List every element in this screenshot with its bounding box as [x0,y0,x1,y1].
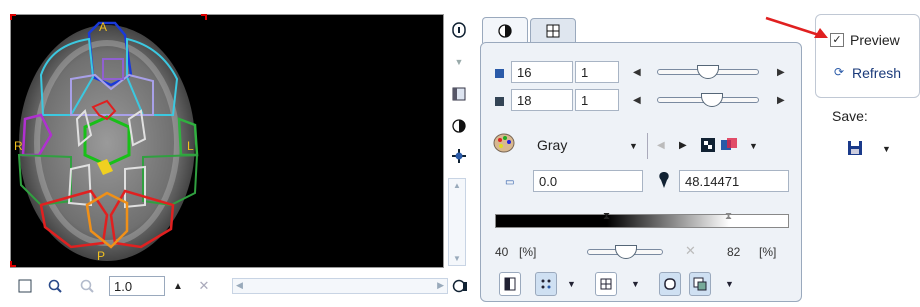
next-colormap-icon[interactable]: ▶ [679,140,687,151]
contrast-settings: 16 1 ◀ ▶ 18 1 ◀ ▶ Gray ▼ ◀ ▶ ▼ ▭ 0.0 48.… [480,42,802,302]
right-label: R [14,139,23,153]
invert-colormap-icon[interactable] [701,138,715,155]
preview-label[interactable]: Preview [850,32,900,48]
lut-icon[interactable] [452,278,470,296]
crosshair-icon[interactable] [449,146,469,166]
refresh-icon[interactable]: ⟳ [834,65,844,79]
posterior-label: P [97,249,106,263]
half-fill-icon [504,277,516,291]
increment-icon[interactable]: ▶ [777,67,785,78]
viewer-corner-marker [10,261,16,267]
image-viewer[interactable]: A R L P [10,14,444,268]
grid-icon [600,278,612,290]
dot-pattern-dropdown-icon[interactable]: ▼ [567,279,576,289]
decrement-icon[interactable]: ◀ [633,95,641,106]
tab-contrast[interactable] [482,17,528,43]
decrement-icon[interactable]: ◀ [633,67,641,78]
colormap-dropdown-icon[interactable]: ▼ [629,141,638,151]
upper-threshold-marker[interactable]: ⧗ [725,211,732,222]
colormap-options-icon[interactable] [721,138,737,155]
left-label: L [187,139,194,153]
overlay-dropdown-icon[interactable]: ▼ [725,279,734,289]
fill-mode-button[interactable] [499,272,521,296]
close-icon[interactable]: ✕ [196,276,212,296]
percent-slider-thumb[interactable] [615,245,637,259]
percent-high-value: 82 [727,245,741,259]
save-icon[interactable] [847,140,863,159]
range-max-input[interactable]: 48.14471 [679,170,789,192]
slice-step-input[interactable]: 1 [575,61,619,83]
scroll-right-icon[interactable]: ▶ [437,280,444,291]
scroll-down-icon[interactable]: ▼ [453,254,461,263]
percent-low-value: 40 [495,245,509,259]
frame-slider-thumb[interactable] [701,93,723,107]
colormap-options-dropdown-icon[interactable]: ▼ [749,141,758,151]
grid-pattern-dropdown-icon[interactable]: ▼ [631,279,640,289]
contour-icon [664,278,676,290]
frame-icon [495,97,504,106]
zoom-up-icon[interactable]: ▲ [170,276,186,296]
refresh-button[interactable]: Refresh [852,65,901,81]
zoom-input[interactable]: 1.0 [109,276,165,296]
viewer-bottom-toolbar: 1.0 ▲ ✕ ◀ ▶ [10,272,450,300]
increment-icon[interactable]: ▶ [777,95,785,106]
close-icon[interactable]: ✕ [685,243,696,259]
frame-step-input[interactable]: 1 [575,89,619,111]
viewer-corner-marker [201,14,207,20]
fit-view-icon[interactable] [16,276,34,296]
range-icon: ▭ [505,177,515,188]
collapse-down-icon[interactable]: ▼ [449,52,469,72]
grid-icon [546,24,560,37]
preview-checkbox[interactable]: ✓ [830,33,844,47]
brain-atlas-image [17,21,199,261]
separator [647,133,648,159]
frame-value-input[interactable]: 18 [511,89,573,111]
horizontal-scrollbar[interactable]: ◀ ▶ [232,278,448,294]
percent-low-unit: [%] [519,245,537,259]
lower-threshold-marker[interactable]: ⧗ [603,211,610,222]
scroll-left-icon[interactable]: ◀ [236,280,243,291]
anterior-label: A [99,20,108,34]
overlay-button[interactable] [689,272,711,296]
contrast-icon [498,23,512,38]
percent-high-unit: [%] [759,245,777,259]
info-icon[interactable] [449,20,469,40]
zoom-out-icon[interactable] [78,276,96,296]
slice-value-input[interactable]: 16 [511,61,573,83]
red-arrow-annotation [765,16,828,38]
vertical-scrollbar[interactable]: ▲ ▼ [448,178,466,266]
prev-colormap-icon[interactable]: ◀ [657,140,665,151]
pick-range-icon[interactable] [657,171,671,192]
range-min-input[interactable]: 0.0 [533,170,643,192]
save-label: Save: [832,108,868,124]
display-settings-panel: 16 1 ◀ ▶ 18 1 ◀ ▶ Gray ▼ ◀ ▶ ▼ ▭ 0.0 48.… [476,14,806,302]
contour-button[interactable] [659,272,681,296]
tab-layout[interactable] [530,18,576,42]
dots-icon [541,279,551,289]
zoom-in-icon[interactable] [46,276,64,296]
overlay-icon [693,277,707,291]
slice-icon [495,69,504,78]
save-dropdown-icon[interactable]: ▼ [882,144,891,154]
dot-pattern-button[interactable] [535,272,557,296]
scroll-up-icon[interactable]: ▲ [453,181,461,190]
colormap-label[interactable]: Gray [537,137,567,153]
contrast-icon[interactable] [449,116,469,136]
colormap-gradient-bar[interactable] [495,214,789,228]
slice-slider-thumb[interactable] [697,65,719,79]
palette-icon[interactable] [493,132,515,157]
frame-icon[interactable] [449,84,469,104]
grid-pattern-button[interactable] [595,272,617,296]
viewer-corner-marker [10,14,16,20]
